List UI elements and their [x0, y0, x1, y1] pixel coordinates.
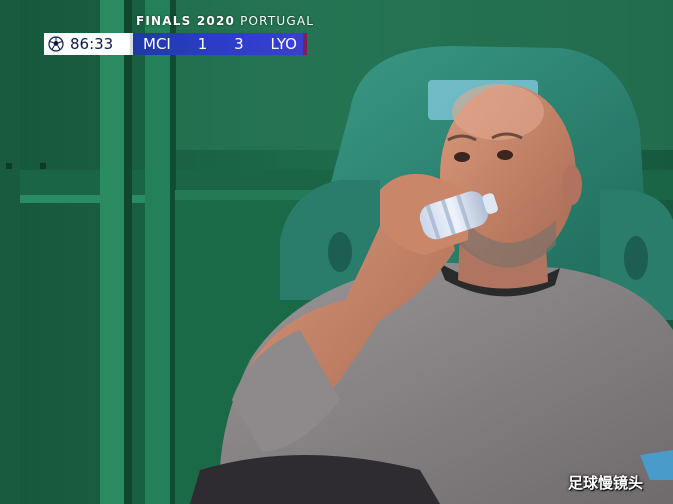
scorebug-accent: [303, 33, 307, 55]
competition-host: PORTUGAL: [240, 14, 315, 28]
away-score: 3: [234, 35, 244, 53]
home-score: 1: [197, 35, 208, 53]
away-team: LYO: [270, 35, 297, 53]
scorebug: 86:33 MCI 1 3 LYO: [44, 33, 307, 55]
bolt-2: [40, 163, 46, 169]
ear: [562, 165, 582, 205]
eye-right: [497, 150, 513, 160]
eye-left: [454, 152, 470, 162]
head-highlight: [452, 84, 544, 140]
seat-hole-left: [328, 232, 352, 272]
dugout-post-1-shade: [124, 0, 132, 504]
competition-stage: FINALS 2020: [136, 14, 236, 28]
competition-title: FINALS 2020 PORTUGAL: [136, 14, 314, 28]
score-bar: MCI 1 3 LYO: [133, 33, 303, 55]
photo-scene: [0, 0, 673, 504]
football-icon: [48, 36, 64, 52]
bolt-1: [6, 163, 12, 169]
seat-hole-right: [624, 236, 648, 280]
channel-watermark: 足球慢镜头: [568, 474, 644, 492]
match-clock: 86:33: [44, 33, 130, 55]
dugout-left-frame: [0, 0, 20, 504]
home-team: MCI: [143, 35, 171, 53]
dugout-post-1: [100, 0, 128, 504]
clock-time: 86:33: [70, 35, 114, 53]
